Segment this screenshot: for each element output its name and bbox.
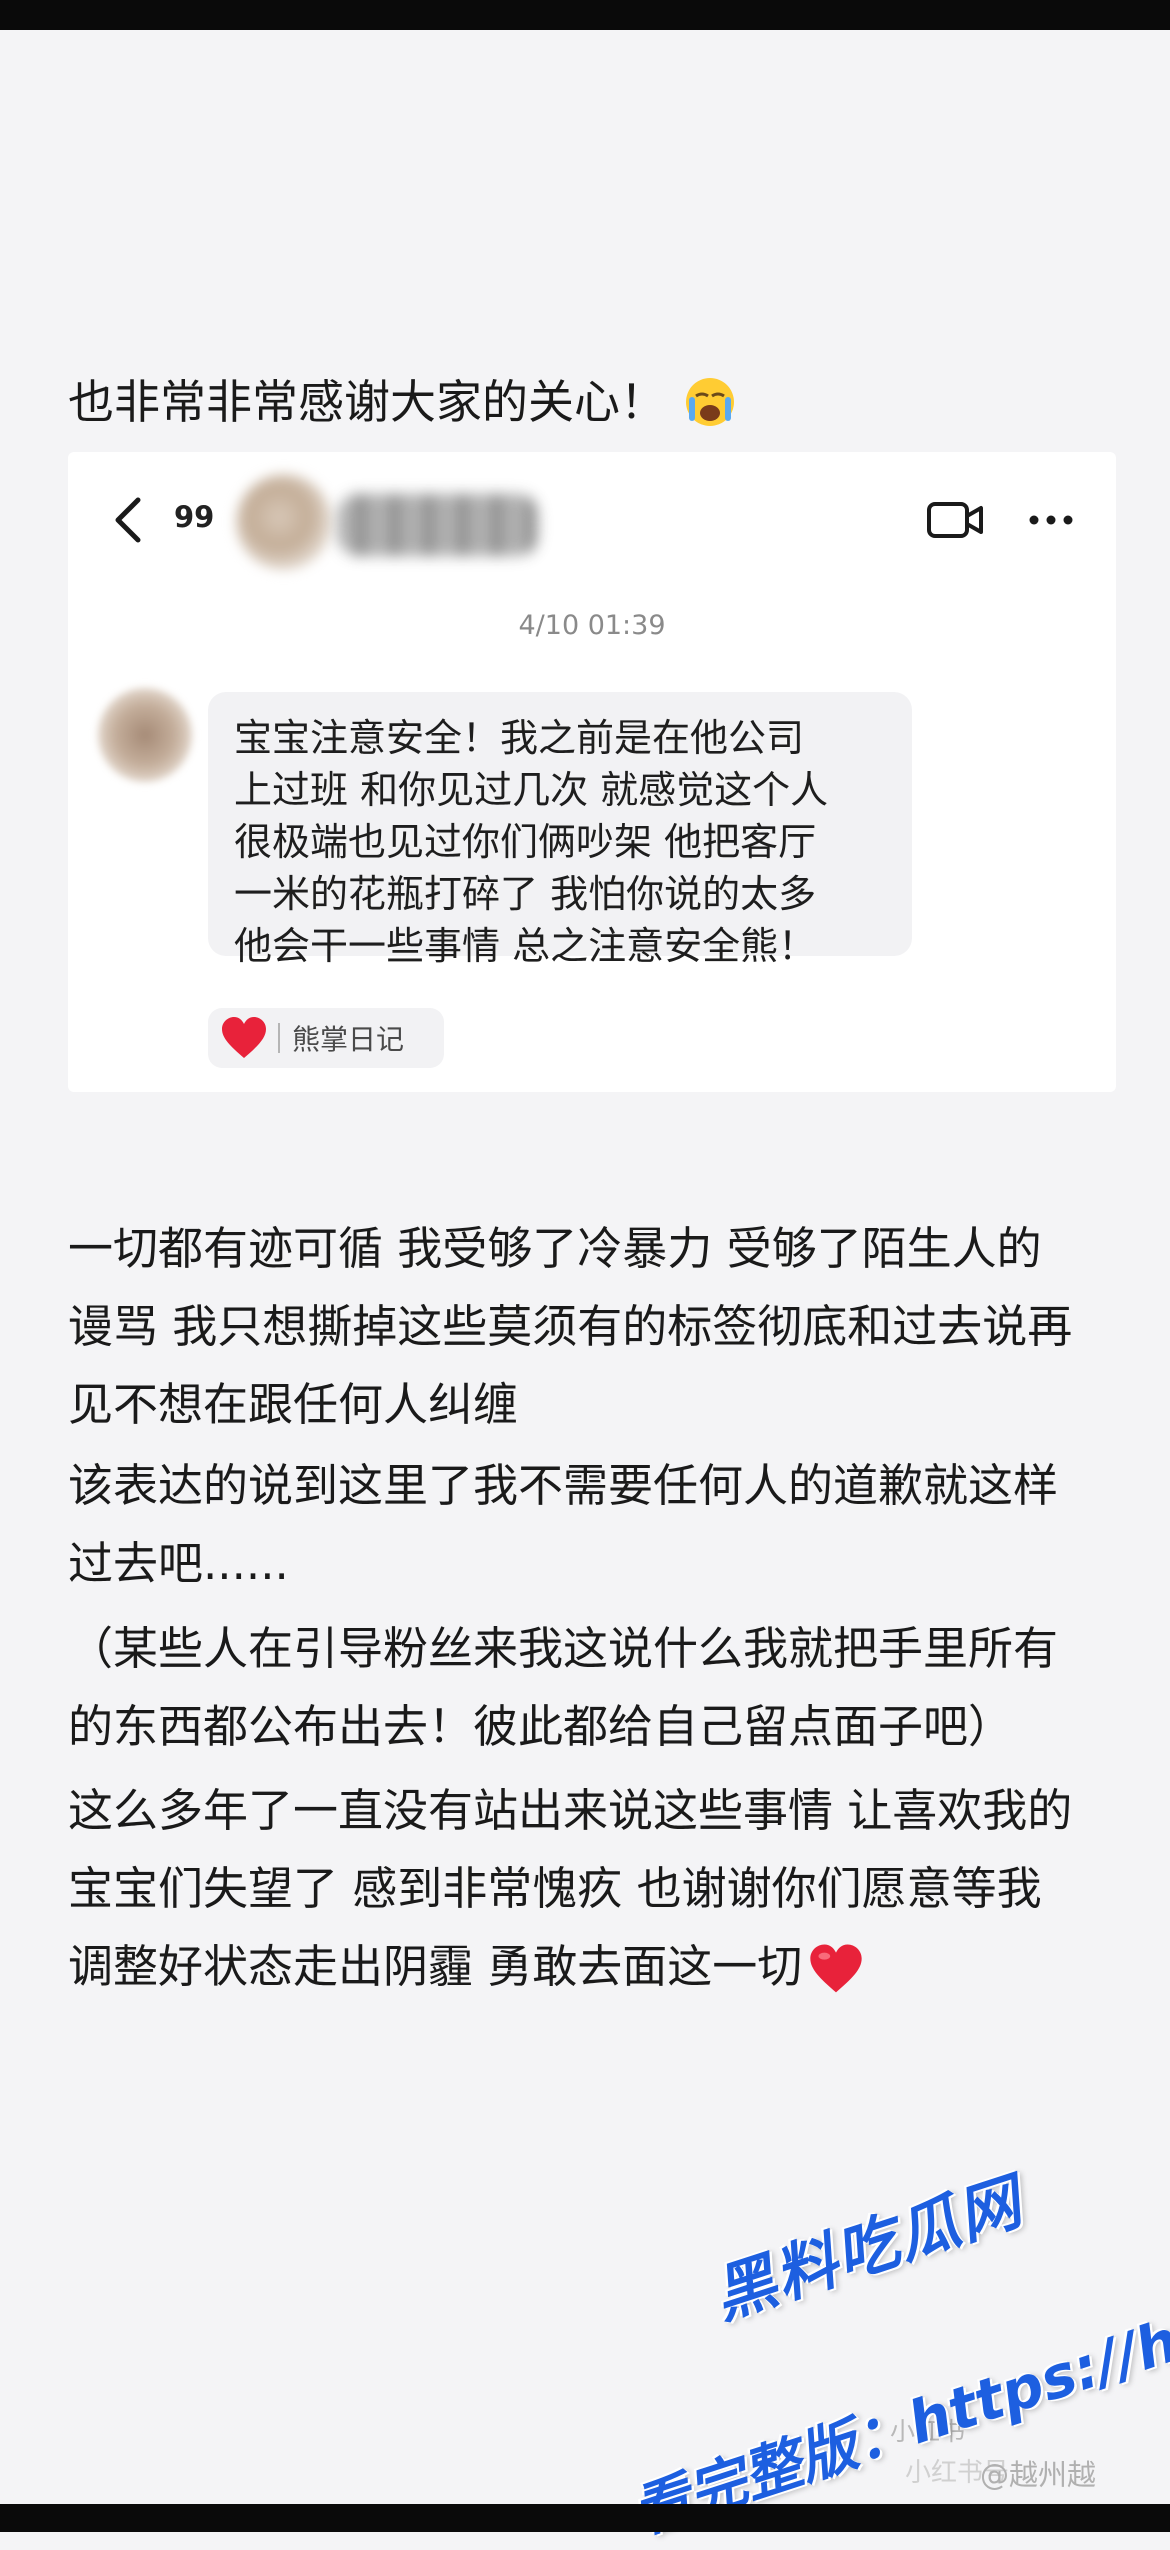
post-heading: 也非常非常感谢大家的关心！ [68,370,736,434]
paragraph-line: 见不想在跟任何人纠缠 [68,1378,519,1431]
message-line: 他会干一些事情 总之注意安全熊！ [234,924,817,968]
sender-avatar-blurred [98,688,192,782]
more-options-icon[interactable] [1026,510,1076,530]
post-paragraph-1: 一切都有迹可循 我受够了冷暴力 受够了陌生人的 谩骂 我只想撕掉这些莫须有的标签… [68,1210,1138,1444]
paragraph-line: 过去吧...... [68,1537,289,1590]
message-bubble: 宝宝注意安全！我之前是在他公司 上过班 和你见过几次 就感觉这个人 很极端也见过… [208,692,912,968]
reaction-chip[interactable]: 熊掌日记 [208,1008,444,1068]
paragraph-line: （某些人在引导粉丝来我这说什么我就把手里所有 [68,1622,1059,1675]
brand-watermark: 黑料吃瓜网 [704,2164,1032,2333]
bottom-strip [0,2504,1170,2532]
chat-screenshot-card: 99 4/10 01:39 宝宝注意安全！我之前是在他公司 上过班 和你见过几次… [68,452,1116,1092]
status-bar-strip [0,0,1170,30]
paragraph-line: 该表达的说到这里了我不需要任何人的道歉就这样 [68,1459,1059,1512]
contact-avatar-blurred [236,474,332,570]
heart-reaction-icon [220,1016,268,1060]
crying-face-icon [684,376,736,428]
reaction-divider [278,1023,280,1053]
post-paragraph-4: 这么多年了一直没有站出来说这些事情 让喜欢我的 宝宝们失望了 感到非常愧疚 也谢… [68,1772,1138,2006]
contact-name-blurred [338,494,538,556]
paragraph-line: 谩骂 我只想撕掉这些莫须有的标签彻底和过去说再 [68,1300,1073,1353]
message-line: 上过班 和你见过几次 就感觉这个人 [234,768,829,812]
message-line: 很极端也见过你们俩吵架 他把客厅 [234,820,817,864]
back-chevron-icon[interactable] [108,492,148,548]
paragraph-last-line: 调整好状态走出阴霾 勇敢去面这一切 [68,1928,1138,2006]
message-line: 宝宝注意安全！我之前是在他公司 [234,716,805,760]
paragraph-line: 宝宝们失望了 感到非常愧疚 也谢谢你们愿意等我 [68,1862,1042,1915]
post-paragraph-2: 该表达的说到这里了我不需要任何人的道歉就这样 过去吧...... [68,1447,1138,1603]
paragraph-line: 这么多年了一直没有站出来说这些事情 让喜欢我的 [68,1784,1073,1837]
post-paragraph-3: （某些人在引导粉丝来我这说什么我就把手里所有 的东西都公布出去！彼此都给自己留点… [68,1610,1138,1766]
source-handle: @越州越 [980,2458,1097,2492]
paragraph-line: 一切都有迹可循 我受够了冷暴力 受够了陌生人的 [68,1222,1042,1275]
unread-count-badge: 99 [174,500,215,534]
message-line: 一米的花瓶打碎了 我怕你说的太多 [234,872,817,916]
message-timestamp: 4/10 01:39 [518,610,666,641]
paragraph-line-text: 调整好状态走出阴霾 勇敢去面这一切 [68,1940,803,1993]
post-heading-text: 也非常非常感谢大家的关心！ [68,375,666,429]
paragraph-line: 的东西都公布出去！彼此都给自己留点面子吧） [68,1700,1014,1753]
red-heart-icon [808,1941,864,1993]
video-call-icon[interactable] [926,500,984,540]
reaction-label: 熊掌日记 [292,1023,405,1056]
